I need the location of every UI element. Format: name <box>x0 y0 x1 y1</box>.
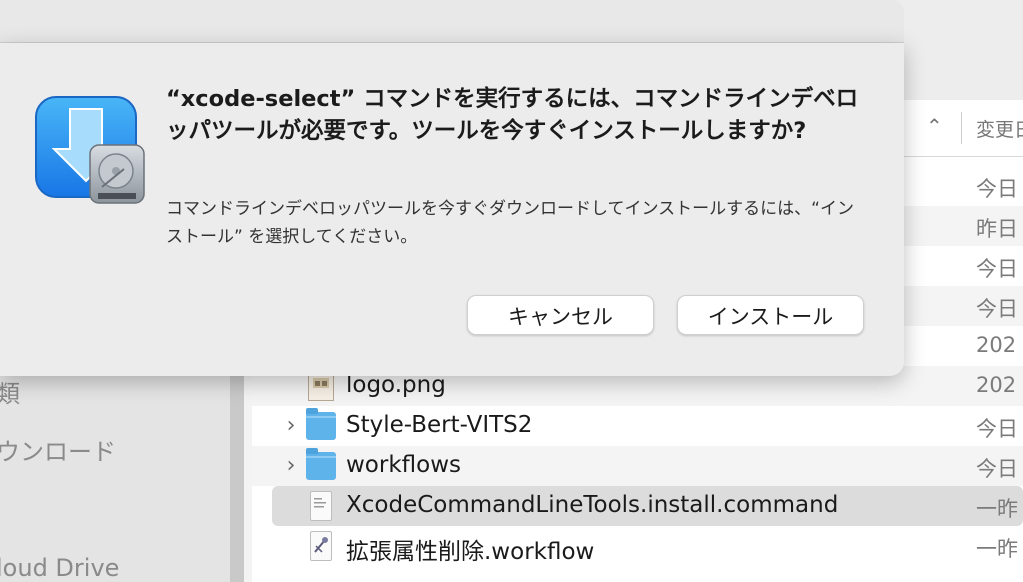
file-name: XcodeCommandLineTools.install.command <box>346 492 839 518</box>
file-name: Style-Bert-VITS2 <box>346 412 533 438</box>
row-date: 今日 <box>976 457 1018 481</box>
row-date: 今日 <box>976 257 1018 281</box>
script-file-icon <box>310 491 332 521</box>
table-row[interactable]: 拡張属性削除.workflow 一昨 <box>252 526 1023 566</box>
table-row-selected[interactable]: XcodeCommandLineTools.install.command 一昨 <box>272 486 1023 526</box>
install-alert-dialog: “xcode-select” コマンドを実行するには、コマンドラインデベロッパツ… <box>0 43 904 376</box>
chevron-right-icon[interactable]: › <box>282 413 300 438</box>
row-date: 一昨 <box>976 537 1018 561</box>
table-row[interactable]: › workflows 今日 <box>252 446 1023 486</box>
row-date: 一昨 <box>976 497 1018 521</box>
column-title-date-modified[interactable]: 変更日 <box>976 115 1023 142</box>
dialog-headline: “xcode-select” コマンドを実行するには、コマンドラインデベロッパツ… <box>166 86 859 144</box>
dialog-body-text: コマンドラインデベロッパツールを今すぐダウンロードしてインストールするには、“イ… <box>166 199 854 247</box>
row-date: 今日 <box>976 417 1018 441</box>
sidebar-item-documents[interactable]: 類 <box>0 374 20 409</box>
row-date: 202 <box>976 333 1017 357</box>
sidebar-item-icloud-drive[interactable]: loud Drive <box>0 554 119 582</box>
column-header[interactable]: ⌃ 変更日 <box>904 100 1023 157</box>
install-button[interactable]: インストール <box>677 295 864 335</box>
table-row[interactable]: › Style-Bert-VITS2 今日 <box>252 406 1023 446</box>
chevron-up-icon[interactable]: ⌃ <box>926 114 943 138</box>
row-date: 今日 <box>976 177 1018 201</box>
row-date: 昨日 <box>976 217 1018 241</box>
cancel-button[interactable]: キャンセル <box>467 295 654 335</box>
column-separator[interactable] <box>961 112 962 144</box>
file-name: workflows <box>346 452 462 478</box>
xcode-installer-icon <box>34 95 148 207</box>
sidebar-item-downloads[interactable]: ウンロード <box>0 432 116 467</box>
folder-icon <box>306 448 336 480</box>
folder-icon <box>306 408 336 440</box>
chevron-right-icon[interactable]: › <box>282 453 300 478</box>
row-date: 今日 <box>976 297 1018 321</box>
row-date: 202 <box>976 373 1017 397</box>
file-name: 拡張属性削除.workflow <box>346 539 595 565</box>
dialog-titlebar <box>0 0 904 43</box>
automator-workflow-icon <box>310 531 332 561</box>
